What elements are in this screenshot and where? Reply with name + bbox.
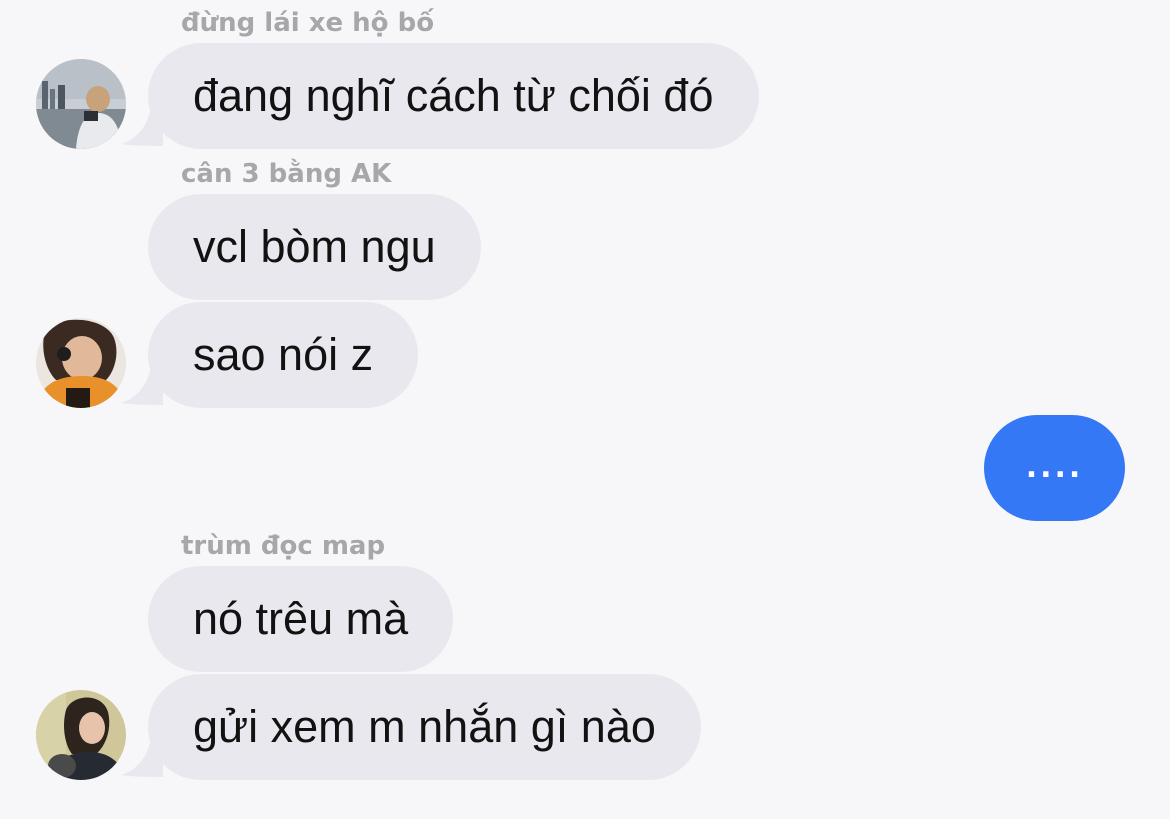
message-bubble[interactable]: đang nghĩ cách từ chối đó [148,43,759,149]
sender-name: trùm đọc map [181,531,386,561]
avatar[interactable] [36,690,126,780]
city-photo-icon [36,59,126,149]
sender-name: cân 3 bằng AK [181,159,392,189]
avatar[interactable] [36,318,126,408]
message-bubble[interactable]: vcl bòm ngu [148,194,481,300]
avatar[interactable] [36,59,126,149]
outgoing-message-bubble[interactable]: .... [984,415,1125,521]
message-bubble[interactable]: nó trêu mà [148,566,454,672]
outgoing-message-text: .... [1025,449,1084,485]
message-bubble[interactable]: sao nói z [148,302,419,408]
girl-headphones-photo-icon [36,318,126,408]
sender-name: đừng lái xe hộ bố [181,8,435,38]
girl-with-dog-photo-icon [36,690,126,780]
message-bubble[interactable]: gửi xem m nhắn gì nào [148,674,701,780]
chat-thread: đừng lái xe hộ bố đang nghĩ cách từ chối… [0,0,1170,819]
